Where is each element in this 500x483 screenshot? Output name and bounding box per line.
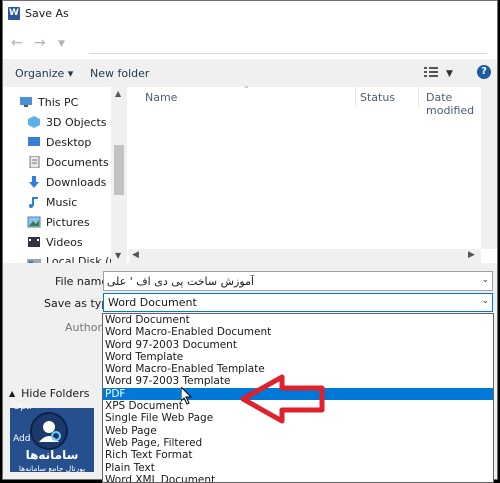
save-as-type-select[interactable]: Word Document ⌄	[103, 293, 493, 312]
music-icon	[29, 197, 38, 208]
navigation-scrollbar[interactable]: ▲ ▼	[111, 87, 127, 263]
organize-button[interactable]: Organize ▾	[15, 67, 73, 80]
column-divider	[418, 87, 419, 107]
watermark-title: سامانه‌ها	[25, 448, 79, 462]
recent-locations-icon[interactable]: ▼	[58, 39, 65, 49]
sidebar-item-downloads[interactable]: Downloads	[27, 173, 106, 191]
watermark-peek-1: Opti	[13, 402, 32, 412]
back-icon[interactable]: ←	[11, 35, 23, 51]
word-icon: W	[8, 7, 20, 20]
pictures-icon	[27, 216, 41, 228]
column-status[interactable]: Status	[360, 91, 395, 104]
dropdown-option[interactable]: Web Page	[103, 425, 493, 437]
videos-icon	[28, 237, 40, 247]
cube-icon	[28, 116, 40, 128]
file-list-scrollbar[interactable]	[481, 87, 497, 249]
file-list: Name ⌃ Status Date modified	[129, 85, 481, 249]
dropdown-option[interactable]: Word Macro-Enabled Document	[103, 326, 493, 338]
computer-icon	[20, 97, 32, 107]
horizontal-scrollbar[interactable]: ◀ ▶	[129, 249, 481, 263]
mouse-cursor-icon	[181, 387, 193, 405]
scroll-up-icon[interactable]: ▲	[115, 89, 121, 98]
scroll-thumb[interactable]	[114, 145, 124, 195]
documents-icon	[29, 156, 40, 168]
chevron-down-icon[interactable]: ⌄	[481, 296, 489, 306]
window-title: Save As	[25, 7, 69, 20]
new-folder-button[interactable]: New folder	[90, 67, 149, 80]
sidebar-item-label: Pictures	[46, 215, 90, 229]
sidebar-item-3d-objects[interactable]: 3D Objects	[27, 113, 107, 131]
sidebar-item-label: Music	[46, 195, 78, 209]
column-date-modified[interactable]: Date modified	[426, 91, 481, 117]
watermark-subtitle: پورتال جامع سامانه‌ها	[18, 464, 86, 473]
hide-folders-button[interactable]: ▲ Hide Folders	[9, 387, 89, 400]
dropdown-option[interactable]: Word Document	[103, 314, 493, 326]
chevron-down-icon[interactable]: ⌄	[481, 275, 489, 285]
scroll-left-icon[interactable]: ◀	[132, 250, 139, 260]
dropdown-option[interactable]: Plain Text	[103, 462, 493, 474]
scroll-right-icon[interactable]: ▶	[468, 250, 475, 260]
forward-icon[interactable]: →	[34, 35, 46, 51]
navigation-bar: ← → ▼	[3, 27, 497, 59]
title-bar: W Save As	[3, 1, 497, 27]
downloads-icon	[29, 176, 39, 188]
sidebar-item-documents[interactable]: Documents	[27, 153, 109, 171]
desktop-icon	[28, 137, 40, 146]
dropdown-option[interactable]: Web Page, Filtered	[103, 437, 493, 449]
sidebar-item-pictures[interactable]: Pictures	[27, 213, 90, 231]
column-divider	[355, 87, 356, 107]
dropdown-option[interactable]: Rich Text Format	[103, 449, 493, 461]
sidebar-item-music[interactable]: Music	[27, 193, 77, 211]
sidebar-item-label: Desktop	[46, 135, 92, 149]
view-dropdown-icon[interactable]: ▼	[446, 69, 453, 79]
sidebar-item-desktop[interactable]: Desktop	[27, 133, 91, 151]
sidebar-item-label: 3D Objects	[46, 115, 107, 129]
logo-person-icon	[30, 412, 68, 450]
file-name-value: آموزش ساخت پی دی اف ' علی	[106, 275, 254, 288]
toolbar: Organize ▾ New folder ▼ ?	[3, 59, 497, 87]
view-list-icon[interactable]	[424, 67, 438, 78]
hide-folders-label: Hide Folders	[21, 387, 90, 400]
watermark-peek-2: Add	[13, 434, 31, 444]
chevron-up-icon: ▲	[9, 389, 16, 398]
help-icon[interactable]: ?	[477, 65, 491, 79]
red-arrow-icon	[240, 374, 325, 424]
sidebar-item-this-pc[interactable]: This PC	[19, 93, 78, 111]
column-name[interactable]: Name	[145, 91, 177, 104]
dropdown-option[interactable]: Word 97-2003 Document	[103, 339, 493, 351]
address-bar[interactable]	[89, 33, 487, 54]
sort-ascending-icon: ⌃	[243, 85, 250, 94]
sidebar-item-label: This PC	[38, 95, 79, 109]
dropdown-option[interactable]: Word Template	[103, 351, 493, 363]
sidebar-item-label: Videos	[46, 235, 83, 249]
watermark-logo: Opti Add سامانه‌ها پورتال جامع سامانه‌ها	[10, 402, 94, 473]
navigation-pane: This PC 3D Objects Desktop Documents Dow…	[3, 87, 125, 268]
sidebar-item-label: Downloads	[46, 175, 107, 189]
sidebar-item-videos[interactable]: Videos	[27, 233, 83, 251]
file-name-input[interactable]: آموزش ساخت پی دی اف ' علی ⌄	[103, 271, 493, 291]
scroll-down-icon[interactable]: ▼	[115, 251, 121, 260]
save-as-type-value: Word Document	[108, 296, 197, 309]
sidebar-item-label: Documents	[46, 155, 109, 169]
